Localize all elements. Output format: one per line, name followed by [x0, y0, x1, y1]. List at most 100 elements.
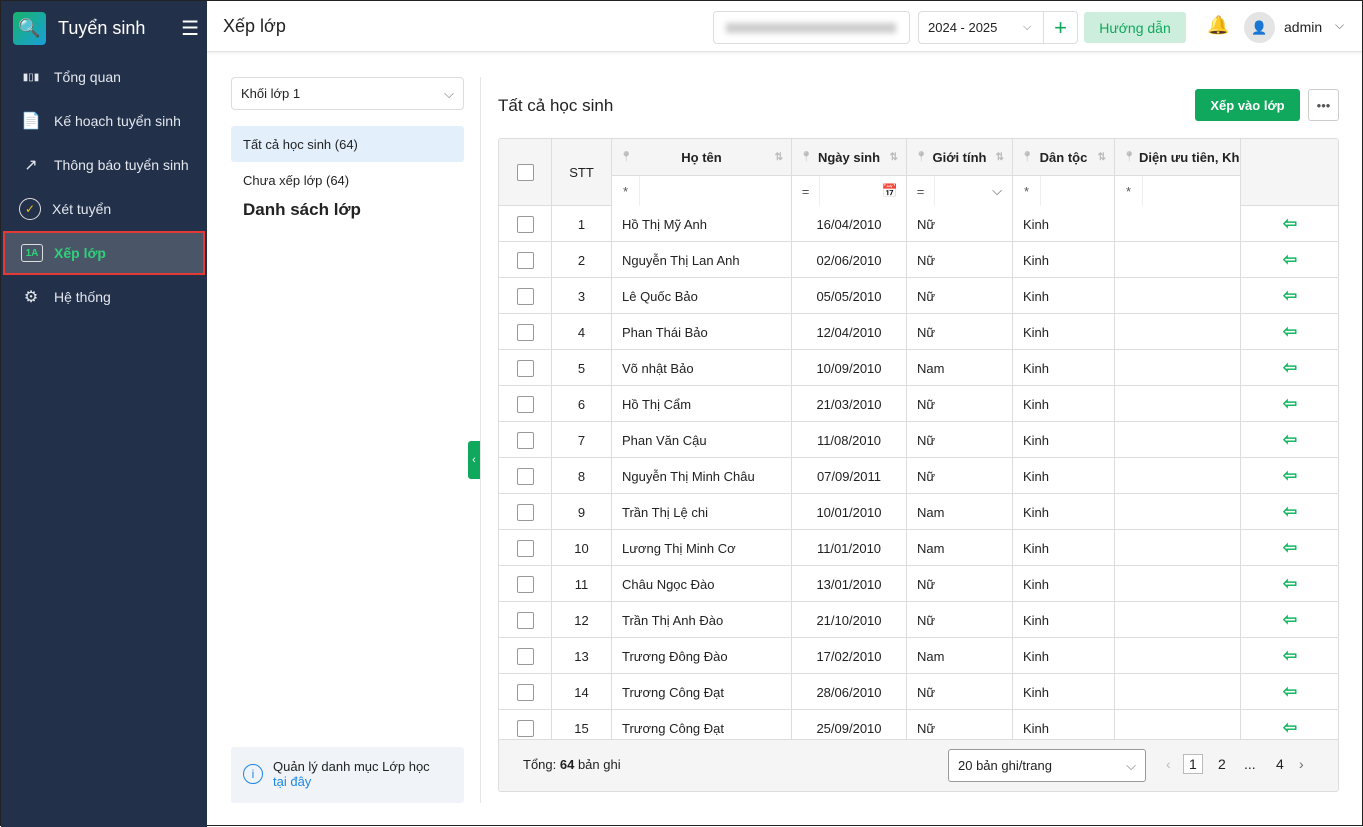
column-header[interactable]: 📍 Họ tên ⇅: [612, 139, 792, 176]
column-header[interactable]: 📍 Ngày sinh ⇅: [792, 139, 907, 176]
pin-icon[interactable]: 📍: [915, 152, 927, 163]
filter-operator[interactable]: =: [907, 176, 935, 206]
assign-to-class-icon[interactable]: ⇦: [1283, 610, 1297, 630]
sort-icon[interactable]: ⇅: [1098, 152, 1106, 163]
assign-to-class-icon[interactable]: ⇦: [1283, 502, 1297, 522]
topbar: Xếp lớp 2024 - 2025 ⌵ + Hướng dẫn 🔔 👤 ad…: [207, 1, 1362, 52]
add-year-button[interactable]: +: [1043, 12, 1077, 43]
row-checkbox[interactable]: [516, 323, 534, 341]
info-link[interactable]: tại đây: [273, 774, 311, 789]
next-page-button[interactable]: ›: [1299, 756, 1304, 772]
row-checkbox[interactable]: [516, 503, 534, 521]
chevron-down-icon[interactable]: ⌵: [1335, 18, 1344, 33]
document-icon: 📄: [21, 113, 41, 130]
sort-icon[interactable]: ⇅: [996, 152, 1004, 163]
filter-operator[interactable]: *: [612, 176, 640, 206]
main-title: Tất cả học sinh: [498, 96, 614, 115]
pin-icon[interactable]: 📍: [1123, 152, 1135, 163]
assign-to-class-icon[interactable]: ⇦: [1283, 250, 1297, 270]
assign-class-button[interactable]: Xếp vào lớp: [1195, 89, 1300, 121]
row-checkbox[interactable]: [516, 683, 534, 701]
assign-to-class-icon[interactable]: ⇦: [1283, 286, 1297, 306]
collapse-panel-button[interactable]: ‹: [468, 441, 480, 479]
table-cell: [1115, 422, 1241, 458]
row-checkbox[interactable]: [516, 431, 534, 449]
column-filter-input[interactable]: *: [1115, 176, 1241, 206]
page-title: Xếp lớp: [223, 15, 286, 36]
row-checkbox[interactable]: [516, 719, 534, 737]
assign-to-class-icon[interactable]: ⇦: [1283, 538, 1297, 558]
filter-operator[interactable]: =: [792, 176, 820, 206]
row-checkbox[interactable]: [516, 251, 534, 269]
prev-page-button[interactable]: ‹: [1166, 756, 1171, 772]
select-all-checkbox[interactable]: [516, 164, 534, 181]
pin-icon[interactable]: 📍: [1021, 152, 1033, 163]
menu-icon[interactable]: ☰: [181, 16, 199, 41]
sort-icon[interactable]: ⇅: [775, 152, 783, 163]
column-filter-input[interactable]: = 📅: [792, 176, 907, 206]
row-checkbox[interactable]: [516, 575, 534, 593]
sidebar-item-0[interactable]: ▮▯▮ Tổng quan: [1, 55, 207, 99]
assign-to-class-icon[interactable]: ⇦: [1283, 682, 1297, 702]
column-filter-input[interactable]: *: [1013, 176, 1115, 206]
column-header[interactable]: 📍 Diện ưu tiên, Kh: [1115, 139, 1241, 176]
column-filter-input[interactable]: *: [612, 176, 792, 206]
page-1[interactable]: 1: [1183, 754, 1203, 774]
calendar-icon[interactable]: 📅: [882, 183, 898, 199]
pin-icon[interactable]: 📍: [620, 152, 632, 163]
page-2[interactable]: 2: [1218, 756, 1226, 772]
assign-to-class-icon[interactable]: ⇦: [1283, 322, 1297, 342]
sidebar-item-1[interactable]: 📄 Kế hoạch tuyển sinh: [1, 99, 207, 143]
assign-to-class-icon[interactable]: ⇦: [1283, 646, 1297, 666]
table-cell: Kinh: [1013, 422, 1115, 458]
table-cell: 07/09/2011: [792, 458, 907, 494]
table-row: 15 Trương Công Đạt 25/09/2010 Nữ Kinh ⇦: [499, 710, 1338, 739]
column-header[interactable]: 📍 Giới tính ⇅: [907, 139, 1013, 176]
school-year-select[interactable]: 2024 - 2025 ⌵ +: [918, 11, 1078, 44]
assign-to-class-icon[interactable]: ⇦: [1283, 430, 1297, 450]
sort-icon[interactable]: ⇅: [890, 152, 898, 163]
column-header[interactable]: 📍 Dân tộc ⇅: [1013, 139, 1115, 176]
assign-to-class-icon[interactable]: ⇦: [1283, 214, 1297, 234]
row-checkbox[interactable]: [516, 539, 534, 557]
column-filter-input[interactable]: = ⌵: [907, 176, 1013, 206]
more-button[interactable]: •••: [1308, 89, 1339, 121]
grade-select[interactable]: Khối lớp 1 ⌵: [231, 77, 464, 110]
assign-to-class-icon[interactable]: ⇦: [1283, 718, 1297, 738]
chevron-down-icon[interactable]: ⌵: [992, 183, 1002, 199]
table-cell: Nữ: [907, 278, 1013, 314]
tab-unassigned[interactable]: Chưa xếp lớp (64): [231, 162, 464, 198]
row-checkbox[interactable]: [516, 611, 534, 629]
assign-to-class-icon[interactable]: ⇦: [1283, 574, 1297, 594]
row-checkbox[interactable]: [516, 647, 534, 665]
tab-all-students[interactable]: Tất cả học sinh (64): [231, 126, 464, 162]
filter-operator[interactable]: *: [1115, 176, 1143, 206]
sidebar-item-4[interactable]: 1A Xếp lớp: [3, 231, 205, 275]
filter-operator[interactable]: *: [1013, 176, 1041, 206]
assign-to-class-icon[interactable]: ⇦: [1283, 358, 1297, 378]
user-name[interactable]: admin: [1284, 19, 1322, 35]
row-checkbox[interactable]: [516, 215, 534, 233]
page-4[interactable]: 4: [1276, 756, 1284, 772]
sidebar-item-3[interactable]: ✓ Xét tuyển: [1, 187, 207, 231]
bell-icon[interactable]: 🔔: [1207, 15, 1229, 36]
avatar[interactable]: 👤: [1244, 12, 1275, 43]
guide-button[interactable]: Hướng dẫn: [1084, 12, 1186, 43]
row-checkbox[interactable]: [516, 359, 534, 377]
table-cell: 10: [552, 530, 612, 566]
row-checkbox[interactable]: [516, 287, 534, 305]
assign-to-class-icon[interactable]: ⇦: [1283, 466, 1297, 486]
pin-icon[interactable]: 📍: [800, 152, 812, 163]
table-cell: 14: [552, 674, 612, 710]
row-checkbox-cell: [499, 350, 552, 386]
school-name-field[interactable]: [713, 11, 910, 44]
sidebar-item-2[interactable]: ↗ Thông báo tuyển sinh: [1, 143, 207, 187]
assign-to-class-icon[interactable]: ⇦: [1283, 394, 1297, 414]
row-checkbox[interactable]: [516, 467, 534, 485]
table-cell: 3: [552, 278, 612, 314]
row-checkbox[interactable]: [516, 395, 534, 413]
sidebar-item-5[interactable]: ⚙ Hệ thống: [1, 275, 207, 319]
table-cell: Nguyễn Thị Lan Anh: [612, 242, 792, 278]
table-cell: Trương Công Đạt: [612, 674, 792, 710]
page-size-select[interactable]: 20 bản ghi/trang ⌵: [948, 749, 1146, 782]
